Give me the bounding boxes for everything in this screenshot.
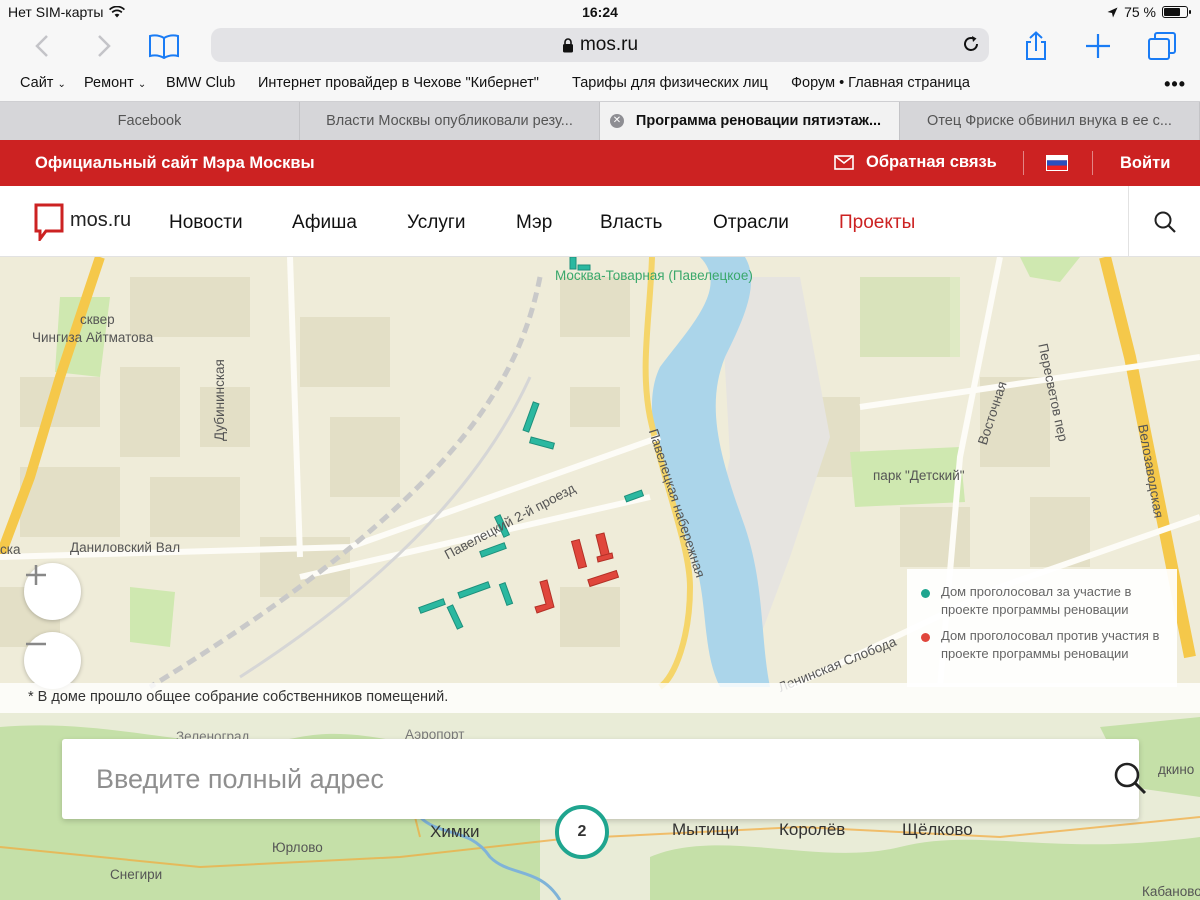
site-header: Официальный сайт Мэра Москвы Обратная св… xyxy=(0,140,1200,186)
chevron-right-icon xyxy=(98,35,111,57)
map-label-khimki: Химки xyxy=(430,822,480,841)
bookmarks-button[interactable] xyxy=(146,24,182,68)
speech-bubble-logo-icon xyxy=(34,203,64,241)
nav-services[interactable]: Услуги xyxy=(407,212,465,234)
tab-vlasti[interactable]: Власти Москвы опубликовали резу... xyxy=(300,102,600,140)
site-title[interactable]: Официальный сайт Мэра Москвы xyxy=(35,154,315,173)
legend-item-for: Дом проголосовал за участие в проекте пр… xyxy=(921,583,1163,619)
book-icon xyxy=(149,34,179,59)
map-label-snegiri: Снегири xyxy=(110,867,163,882)
tab-bar: Facebook Власти Москвы опубликовали резу… xyxy=(0,101,1200,140)
mail-icon xyxy=(834,155,854,170)
new-tab-button[interactable] xyxy=(1084,24,1112,68)
tab-renovation[interactable]: ✕ Программа реновации пятиэтаж... xyxy=(600,102,900,140)
address-input[interactable] xyxy=(96,757,996,801)
map-label-shchelkovo: Щёлково xyxy=(902,820,973,839)
tabs-overview-button[interactable] xyxy=(1146,24,1178,68)
zoom-in-button[interactable] xyxy=(24,563,81,620)
login-link[interactable]: Войти xyxy=(1120,154,1170,173)
map-label-kabanovo: Кабаново xyxy=(1142,884,1200,899)
site-logo[interactable]: mos.ru xyxy=(34,203,131,241)
lock-icon xyxy=(562,37,573,52)
status-bar: Нет SIM-карты 16:24 75 % xyxy=(0,0,1200,24)
address-bar[interactable]: mos.ru xyxy=(211,28,989,62)
bookmark-folder-site[interactable]: Сайт ⌄ xyxy=(20,75,66,91)
divider xyxy=(1092,151,1093,175)
map-label-korolev: Королёв xyxy=(779,820,846,839)
reload-icon xyxy=(964,36,978,51)
minus-icon xyxy=(26,642,46,646)
site-search-button[interactable] xyxy=(1128,186,1200,257)
location-arrow-icon xyxy=(1107,7,1118,17)
map-footnote: * В доме прошло общее собрание собственн… xyxy=(0,683,1200,713)
nav-mayor[interactable]: Мэр xyxy=(516,212,552,234)
map-label-yurlovo: Юрлово xyxy=(272,840,323,855)
teal-dot-icon xyxy=(921,589,930,598)
russian-flag-icon[interactable] xyxy=(1046,155,1068,171)
url-text: mos.ru xyxy=(579,34,639,55)
search-icon xyxy=(1114,762,1147,795)
plus-icon xyxy=(1086,34,1110,58)
forward-button[interactable] xyxy=(90,24,118,68)
bookmark-forum[interactable]: Форум • Главная страница xyxy=(791,75,970,91)
close-tab-icon[interactable]: ✕ xyxy=(610,114,624,128)
map-label-square: сквер xyxy=(80,312,115,327)
chevron-down-icon: ⌄ xyxy=(57,79,66,90)
legend-item-against: Дом проголосовал против участия в проект… xyxy=(921,627,1163,663)
share-button[interactable] xyxy=(1022,24,1050,68)
chevron-left-icon xyxy=(35,35,48,57)
map-label-park: парк "Детский" xyxy=(873,468,965,483)
nav-afisha[interactable]: Афиша xyxy=(292,212,357,234)
battery-fill xyxy=(1164,8,1180,16)
tab-friske[interactable]: Отец Фриске обвинил внука в ее с... xyxy=(900,102,1200,140)
map-label-danilovsky: Даниловский Вал xyxy=(70,540,181,555)
tab-facebook[interactable]: Facebook xyxy=(0,102,300,140)
map-legend: Дом проголосовал за участие в проекте пр… xyxy=(907,569,1177,687)
map-label-station: Москва-Товарная (Павелецкое) xyxy=(555,268,753,283)
back-button[interactable] xyxy=(28,24,56,68)
red-dot-icon xyxy=(921,633,930,642)
battery-percent: 75 % xyxy=(1124,4,1156,20)
renovation-map[interactable]: Москва-Товарная (Павелецкое) сквер Чинги… xyxy=(0,257,1200,900)
map-label-mytishchi: Мытищи xyxy=(672,820,740,839)
bookmark-folder-remont[interactable]: Ремонт ⌄ xyxy=(84,75,146,91)
battery-icon xyxy=(1162,6,1191,18)
nav-projects[interactable]: Проекты xyxy=(839,212,915,234)
browser-toolbar: mos.ru xyxy=(0,24,1200,68)
feedback-link[interactable]: Обратная связь xyxy=(834,153,997,172)
map-cluster-marker[interactable]: 2 xyxy=(555,805,609,859)
map-label-aitmatov: Чингиза Айтматова xyxy=(32,330,154,345)
bookmark-tariffs[interactable]: Тарифы для физических лиц xyxy=(572,75,768,91)
reload-button[interactable] xyxy=(961,34,981,60)
map-label-dubininskaya: Дубининская xyxy=(212,359,227,441)
zoom-out-button[interactable] xyxy=(24,632,81,689)
plus-icon xyxy=(26,565,46,585)
nav-industries[interactable]: Отрасли xyxy=(713,212,789,234)
share-icon xyxy=(1026,31,1046,60)
search-icon xyxy=(1154,211,1176,233)
map-label-lytkino: дкино xyxy=(1158,762,1195,777)
nav-news[interactable]: Новости xyxy=(169,212,243,234)
divider xyxy=(1023,151,1024,175)
chevron-down-icon: ⌄ xyxy=(137,79,147,90)
bookmark-bmw-club[interactable]: BMW Club xyxy=(166,75,235,91)
clock: 16:24 xyxy=(582,4,618,20)
main-nav: mos.ru Новости Афиша Услуги Мэр Власть О… xyxy=(0,186,1200,257)
bookmarks-bar: Сайт ⌄ Ремонт ⌄ BMW Club Интернет провай… xyxy=(0,68,1200,100)
nav-government[interactable]: Власть xyxy=(600,212,662,234)
tabs-icon xyxy=(1148,32,1176,60)
bookmark-kibernet[interactable]: Интернет провайдер в Чехове "Кибернет" xyxy=(258,75,539,91)
address-search-box xyxy=(62,739,1147,819)
more-bookmarks-icon[interactable]: ••• xyxy=(1164,74,1186,95)
map-label-ska: ска xyxy=(0,542,21,557)
